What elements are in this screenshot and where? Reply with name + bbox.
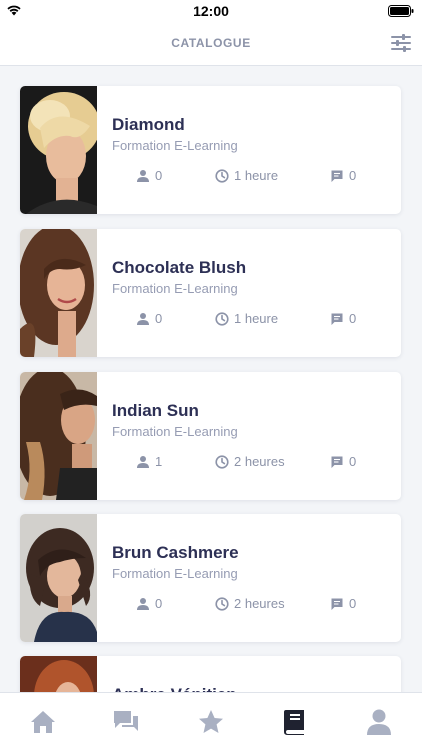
course-type: Formation E-Learning (112, 281, 238, 296)
course-card[interactable]: Diamond Formation E-Learning 0 1 heure 0 (20, 86, 401, 214)
duration: 2 heures (215, 596, 285, 611)
comments-value: 0 (349, 454, 357, 469)
course-title: Chocolate Blush (112, 258, 247, 277)
course-card[interactable]: Brun Cashmere Formation E-Learning 0 2 h… (20, 514, 401, 642)
comments-count: 0 (330, 311, 356, 326)
star-icon[interactable] (196, 707, 226, 737)
course-thumbnail (20, 86, 97, 214)
course-title: Indian Sun (112, 401, 199, 420)
clock-icon (215, 168, 229, 183)
filter-settings-icon[interactable] (390, 32, 412, 54)
clock-icon (215, 311, 229, 326)
comments-value: 0 (349, 168, 357, 183)
clock-icon (215, 454, 229, 469)
participants-count: 0 (136, 168, 162, 183)
duration-value: 1 heure (234, 311, 279, 326)
participants-value: 1 (155, 454, 163, 469)
book-icon[interactable] (280, 707, 310, 737)
duration-value: 2 heures (234, 454, 285, 469)
person-icon (137, 455, 149, 468)
person-icon (137, 597, 149, 610)
participants-count: 1 (136, 454, 162, 469)
duration: 2 heures (215, 454, 285, 469)
page-title: CATALOGUE (171, 36, 251, 50)
profile-icon[interactable] (364, 707, 394, 737)
comment-icon (331, 313, 343, 325)
status-bar: 12:00 (0, 0, 422, 22)
course-thumbnail (20, 372, 97, 500)
chat-icon[interactable] (111, 707, 141, 737)
comment-icon (331, 456, 343, 468)
course-card[interactable]: Indian Sun Formation E-Learning 1 2 heur… (20, 372, 401, 500)
participants-value: 0 (155, 311, 163, 326)
course-type: Formation E-Learning (112, 138, 238, 153)
home-icon[interactable] (28, 707, 58, 737)
comments-value: 0 (349, 311, 357, 326)
course-title: Diamond (112, 115, 185, 134)
person-icon (137, 312, 149, 325)
comments-count: 0 (330, 168, 356, 183)
status-time: 12:00 (193, 3, 229, 19)
course-type: Formation E-Learning (112, 424, 238, 439)
person-icon (137, 169, 149, 182)
course-thumbnail (20, 514, 97, 642)
course-type: Formation E-Learning (112, 566, 238, 581)
course-title: Brun Cashmere (112, 543, 239, 562)
participants-count: 0 (136, 311, 162, 326)
clock-icon (215, 596, 229, 611)
duration: 1 heure (215, 168, 278, 183)
duration-value: 2 heures (234, 596, 285, 611)
participants-count: 0 (136, 596, 162, 611)
comment-icon (331, 598, 343, 610)
comment-icon (331, 170, 343, 182)
duration-value: 1 heure (234, 168, 279, 183)
comments-count: 0 (330, 596, 356, 611)
participants-value: 0 (155, 596, 163, 611)
tab-bar (0, 692, 422, 750)
participants-value: 0 (155, 168, 163, 183)
duration: 1 heure (215, 311, 278, 326)
comments-count: 0 (330, 454, 356, 469)
navigation-header: CATALOGUE (0, 22, 422, 66)
course-thumbnail (20, 229, 97, 357)
battery-icon (388, 5, 414, 17)
comments-value: 0 (349, 596, 357, 611)
course-card[interactable]: Chocolate Blush Formation E-Learning 0 1… (20, 229, 401, 357)
